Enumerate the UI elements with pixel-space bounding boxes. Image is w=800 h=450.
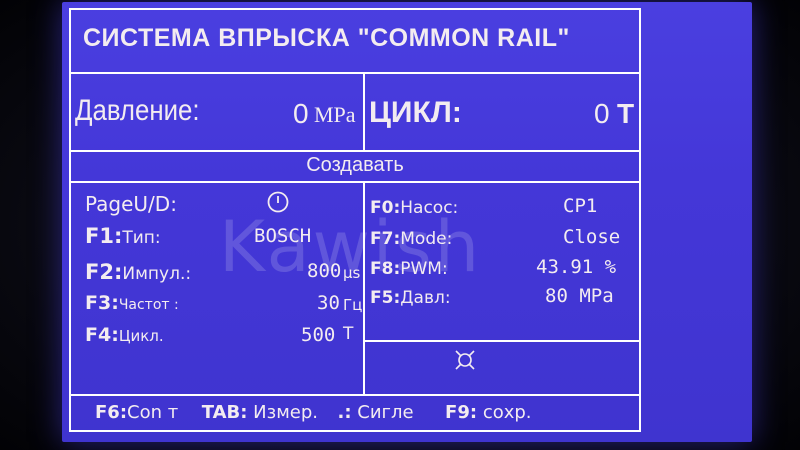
right-row-f7[interactable]: F7:Mode: bbox=[370, 228, 452, 249]
left-row-f3[interactable]: F3:Частот : bbox=[85, 292, 179, 314]
dot-key: .: bbox=[337, 402, 352, 423]
f0-label: Насос: bbox=[400, 198, 459, 218]
dot-softkey[interactable]: .: Сигле bbox=[337, 402, 413, 423]
f2-unit: μs bbox=[343, 264, 361, 282]
f1-value: BOSCH bbox=[254, 225, 312, 247]
f4-label: Цикл. bbox=[118, 327, 164, 345]
f3-key: F3: bbox=[85, 292, 119, 314]
f3-unit: Гц bbox=[343, 296, 363, 314]
cycle-label: ЦИКЛ: bbox=[369, 96, 462, 129]
system-title: СИСТЕМА ВПРЫСКА "COMMON RAIL" bbox=[83, 24, 570, 52]
f2-value: 800 bbox=[307, 260, 342, 282]
f4-value: 500 bbox=[301, 324, 336, 346]
tab-label: Измер. bbox=[253, 402, 319, 423]
f5-label: Давл: bbox=[400, 288, 451, 308]
main-frame: СИСТЕМА ВПРЫСКА "COMMON RAIL" Давление: … bbox=[69, 8, 641, 432]
f7-value: Close bbox=[563, 226, 621, 248]
f3-value: 30 bbox=[317, 292, 340, 314]
page-label: PageU/D: bbox=[85, 192, 177, 216]
tab-softkey[interactable]: TAB: Измер. bbox=[202, 402, 318, 423]
readout-divider bbox=[363, 72, 365, 150]
power-icon[interactable] bbox=[266, 190, 290, 214]
f6-label: Con т bbox=[127, 402, 179, 423]
f0-key: F0: bbox=[370, 198, 401, 218]
f2-key: F2: bbox=[85, 260, 123, 284]
f2-label: Импул.: bbox=[122, 264, 192, 284]
mode-band: Создавать bbox=[306, 154, 404, 176]
band-bottom-divider bbox=[71, 181, 639, 183]
f8-label: PWM: bbox=[400, 259, 448, 279]
f9-label: сохр. bbox=[482, 402, 532, 423]
cycle-value: 0 bbox=[594, 98, 610, 129]
left-row-f4[interactable]: F4:Цикл. bbox=[85, 324, 164, 346]
f5-key: F5: bbox=[370, 288, 401, 308]
right-row-f8[interactable]: F8:PWM: bbox=[370, 258, 448, 279]
status-divider bbox=[363, 340, 639, 342]
tab-key: TAB: bbox=[201, 402, 248, 423]
f6-key: F6: bbox=[95, 402, 128, 423]
currency-sign-icon bbox=[455, 350, 475, 370]
pressure-value: 0 bbox=[293, 98, 309, 129]
f8-value: 43.91 % bbox=[536, 256, 617, 278]
dot-label: Сигле bbox=[357, 402, 414, 423]
f9-softkey[interactable]: F9: сохр. bbox=[445, 402, 531, 423]
pressure-label: Давление: bbox=[75, 94, 200, 127]
f3-label: Частот : bbox=[118, 297, 179, 313]
lcd-screen: СИСТЕМА ВПРЫСКА "COMMON RAIL" Давление: … bbox=[62, 2, 752, 442]
f9-key: F9: bbox=[445, 402, 478, 423]
pressure-unit: MPa bbox=[314, 102, 356, 127]
header-divider bbox=[71, 72, 639, 74]
f1-label: Тип: bbox=[122, 228, 161, 248]
f4-key: F4: bbox=[85, 324, 119, 346]
right-row-f5[interactable]: F5:Давл: bbox=[370, 287, 451, 308]
f4-unit: Т bbox=[343, 324, 354, 344]
panel-divider bbox=[363, 181, 365, 394]
f6-softkey[interactable]: F6:Con т bbox=[95, 402, 178, 423]
f7-key: F7: bbox=[370, 229, 401, 249]
footer-divider bbox=[71, 394, 639, 396]
footer-bar: F6:Con т TAB: Измер. .: Сигле F9: сохр. bbox=[95, 402, 532, 423]
f1-key: F1: bbox=[85, 224, 123, 248]
f7-label: Mode: bbox=[400, 229, 453, 249]
right-row-f0[interactable]: F0:Насос: bbox=[370, 197, 458, 218]
cycle-unit: Т bbox=[617, 98, 635, 129]
left-row-f1[interactable]: F1:Тип: bbox=[85, 224, 161, 248]
f0-value: CP1 bbox=[563, 195, 598, 217]
left-row-f2[interactable]: F2:Импул.: bbox=[85, 260, 191, 284]
f5-value: 80 MPa bbox=[545, 285, 614, 307]
f8-key: F8: bbox=[370, 259, 401, 279]
